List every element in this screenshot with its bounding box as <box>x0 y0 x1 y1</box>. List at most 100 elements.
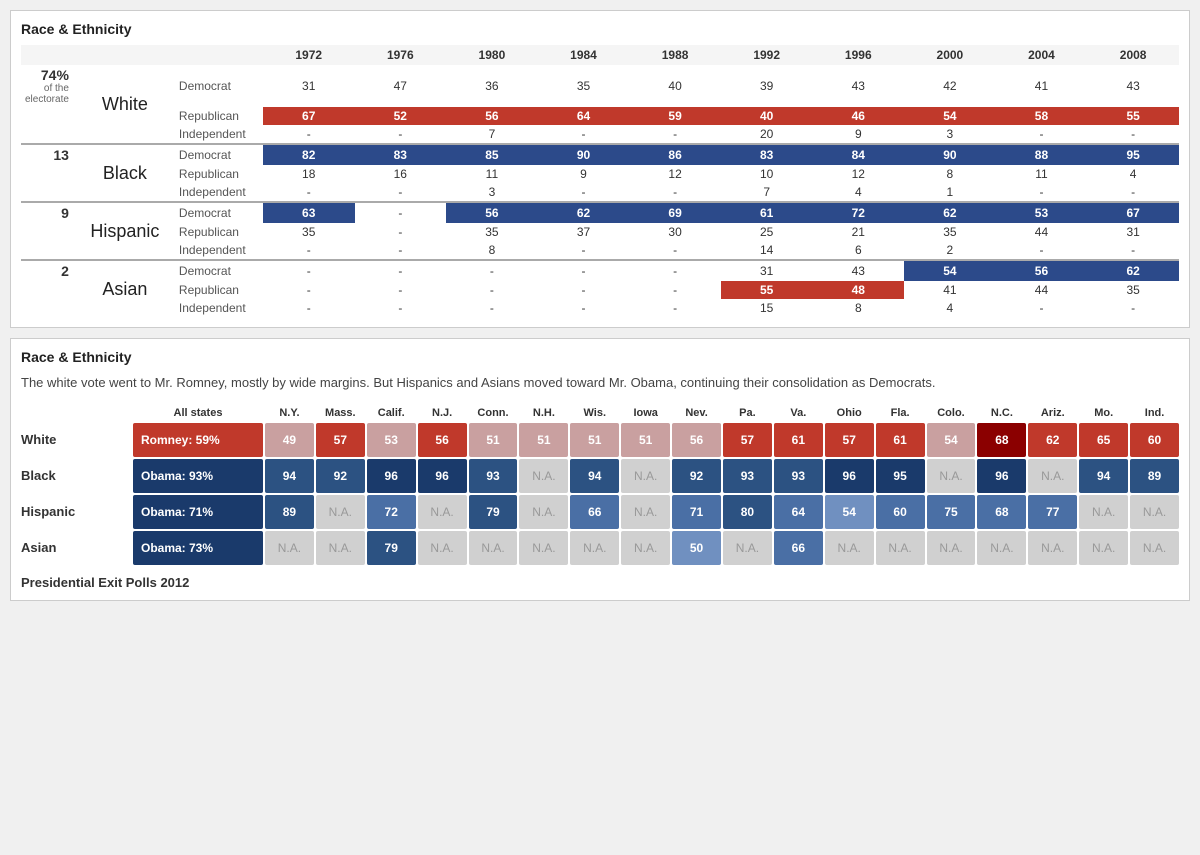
th-year-1988: 1988 <box>629 45 721 65</box>
data-cell: N.A. <box>1130 531 1179 565</box>
data-cell: 68 <box>977 423 1026 457</box>
top-table: 1972 1976 1980 1984 1988 1992 1996 2000 … <box>21 45 1179 317</box>
row-label-black: Black <box>21 468 131 483</box>
data-cell: 51 <box>570 423 619 457</box>
data-cell: 79 <box>367 531 416 565</box>
data-cell: N.A. <box>1079 495 1128 529</box>
footer-note: Presidential Exit Polls 2012 <box>21 575 1179 590</box>
data-cell: N.A. <box>825 531 874 565</box>
data-cell: 94 <box>570 459 619 493</box>
data-cell: N.A. <box>1028 459 1077 493</box>
data-cell: N.A. <box>621 495 670 529</box>
summary-cell-white: Romney: 59% <box>133 423 263 457</box>
th-year-1976: 1976 <box>355 45 447 65</box>
top-panel-title: Race & Ethnicity <box>21 21 1179 37</box>
data-cell: 64 <box>774 495 823 529</box>
data-cell: 56 <box>672 423 721 457</box>
data-cell: 94 <box>265 459 314 493</box>
data-cell: 92 <box>672 459 721 493</box>
data-cell: 92 <box>316 459 365 493</box>
bottom-description: The white vote went to Mr. Romney, mostl… <box>21 373 1179 393</box>
data-cell: N.A. <box>265 531 314 565</box>
data-cell: 57 <box>316 423 365 457</box>
data-cell: 94 <box>1079 459 1128 493</box>
data-cell: N.A. <box>519 531 568 565</box>
th-year-2004: 2004 <box>996 45 1088 65</box>
data-cell: 57 <box>723 423 772 457</box>
data-cell: 89 <box>1130 459 1179 493</box>
data-cell: N.A. <box>876 531 925 565</box>
data-cell: 72 <box>367 495 416 529</box>
th-year-2000: 2000 <box>904 45 996 65</box>
data-cell: N.A. <box>519 459 568 493</box>
data-cell: 96 <box>418 459 467 493</box>
data-cell: N.A. <box>621 459 670 493</box>
th-year-1992: 1992 <box>721 45 813 65</box>
data-cell: 77 <box>1028 495 1077 529</box>
data-cell: 93 <box>723 459 772 493</box>
data-cell: 66 <box>570 495 619 529</box>
data-cell: 65 <box>1079 423 1128 457</box>
data-cell: 80 <box>723 495 772 529</box>
th-year-2008: 2008 <box>1087 45 1179 65</box>
data-cell: N.A. <box>1079 531 1128 565</box>
data-cell: N.A. <box>418 531 467 565</box>
data-cell: 95 <box>876 459 925 493</box>
data-cell: N.A. <box>316 531 365 565</box>
data-cell: N.A. <box>977 531 1026 565</box>
data-cell: 60 <box>1130 423 1179 457</box>
data-cell: 66 <box>774 531 823 565</box>
data-cell: N.A. <box>519 495 568 529</box>
th-group <box>73 45 173 65</box>
data-cell: N.A. <box>570 531 619 565</box>
data-cell: N.A. <box>621 531 670 565</box>
summary-cell-black: Obama: 93% <box>133 459 263 493</box>
data-cell: 57 <box>825 423 874 457</box>
data-cell: 93 <box>469 459 518 493</box>
data-cell: 93 <box>774 459 823 493</box>
data-cell: 51 <box>621 423 670 457</box>
data-cell: 79 <box>469 495 518 529</box>
data-cell: N.A. <box>1130 495 1179 529</box>
bottom-grid: All statesN.Y.Mass.Calif.N.J.Conn.N.H.Wi… <box>21 405 1179 565</box>
data-cell: 61 <box>876 423 925 457</box>
data-cell: 96 <box>825 459 874 493</box>
data-cell: 60 <box>876 495 925 529</box>
data-cell: N.A. <box>927 459 976 493</box>
data-cell: N.A. <box>469 531 518 565</box>
data-cell: 54 <box>825 495 874 529</box>
th-party <box>173 45 263 65</box>
data-cell: 53 <box>367 423 416 457</box>
data-cell: 51 <box>469 423 518 457</box>
th-year-1980: 1980 <box>446 45 538 65</box>
data-cell: 50 <box>672 531 721 565</box>
data-cell: 75 <box>927 495 976 529</box>
row-label-white: White <box>21 432 131 447</box>
data-cell: 96 <box>367 459 416 493</box>
row-label-hispanic: Hispanic <box>21 504 131 519</box>
bottom-panel: Race & Ethnicity The white vote went to … <box>10 338 1190 601</box>
data-cell: 96 <box>977 459 1026 493</box>
data-cell: 51 <box>519 423 568 457</box>
data-cell: 56 <box>418 423 467 457</box>
data-cell: 49 <box>265 423 314 457</box>
bottom-panel-title: Race & Ethnicity <box>21 349 1179 365</box>
top-panel: Race & Ethnicity 1972 1976 1980 1984 198… <box>10 10 1190 328</box>
data-cell: 71 <box>672 495 721 529</box>
data-cell: 62 <box>1028 423 1077 457</box>
data-cell: N.A. <box>316 495 365 529</box>
th-pct <box>21 45 73 65</box>
summary-cell-hispanic: Obama: 71% <box>133 495 263 529</box>
data-cell: 68 <box>977 495 1026 529</box>
th-year-1996: 1996 <box>812 45 904 65</box>
row-label-asian: Asian <box>21 540 131 555</box>
data-cell: 61 <box>774 423 823 457</box>
summary-cell-asian: Obama: 73% <box>133 531 263 565</box>
data-cell: N.A. <box>1028 531 1077 565</box>
th-year-1972: 1972 <box>263 45 355 65</box>
data-cell: N.A. <box>418 495 467 529</box>
data-cell: 54 <box>927 423 976 457</box>
data-cell: N.A. <box>927 531 976 565</box>
data-cell: 89 <box>265 495 314 529</box>
data-cell: N.A. <box>723 531 772 565</box>
